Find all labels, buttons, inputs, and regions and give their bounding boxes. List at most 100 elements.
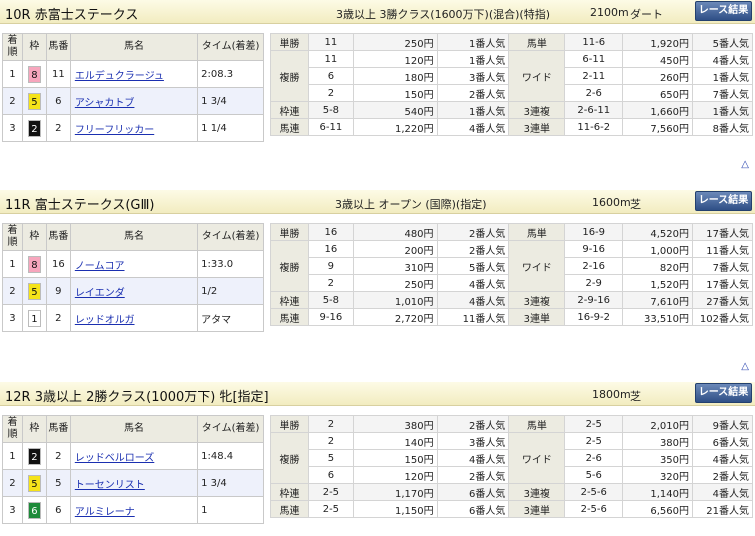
horse-name-link[interactable]: フリーフリッカー bbox=[75, 125, 154, 136]
label-sanrenpuku: 3連複 bbox=[508, 483, 566, 501]
race-result-button[interactable]: レース結果 bbox=[695, 383, 752, 403]
waku-badge: 5 bbox=[27, 474, 41, 492]
header-number: 馬番 bbox=[45, 223, 71, 251]
fukusho-pop: 2番人気 bbox=[436, 84, 510, 102]
sanrenpuku-yen: 7,610円 bbox=[622, 291, 693, 309]
race-distance: 1800m bbox=[592, 388, 631, 401]
table-row: 2 5 9 レイエンダ 1/2 bbox=[2, 277, 264, 305]
race-result-button[interactable]: レース結果 bbox=[695, 191, 752, 211]
payout-row: 馬連 9-16 2,720円 11番人気 3連単 16-9-2 33,510円 … bbox=[270, 308, 754, 326]
wide-combo: 6-11 bbox=[564, 50, 624, 68]
payout-row: 単勝 16 480円 2番人気 馬単 16-9 4,520円 17番人気 bbox=[270, 223, 754, 241]
umaren-combo: 6-11 bbox=[307, 118, 354, 136]
waku-badge: 8 bbox=[27, 65, 41, 83]
wide-yen: 350円 bbox=[622, 449, 694, 467]
sanrentan-yen: 7,560円 bbox=[622, 118, 694, 136]
horse-number: 6 bbox=[45, 496, 71, 524]
horse-name-cell: レッドオルガ bbox=[69, 304, 199, 332]
finish-position: 2 bbox=[2, 277, 23, 305]
header-horse: 馬名 bbox=[69, 223, 199, 251]
umatan-yen: 2,010円 bbox=[622, 415, 694, 433]
sanrenpuku-combo: 2-9-16 bbox=[564, 291, 624, 309]
wide-combo: 2-16 bbox=[564, 257, 624, 275]
fukusho-yen: 150円 bbox=[352, 84, 438, 102]
tansho-combo: 16 bbox=[307, 223, 354, 241]
wakuren-combo: 2-5 bbox=[307, 483, 354, 501]
table-row: 1 2 2 レッドベルローズ 1:48.4 bbox=[2, 442, 264, 470]
umatan-yen: 1,920円 bbox=[622, 33, 694, 51]
waku-cell: 6 bbox=[21, 496, 47, 524]
race-result-button[interactable]: レース結果 bbox=[695, 1, 752, 21]
waku-badge: 8 bbox=[27, 255, 41, 273]
wakuren-pop: 6番人気 bbox=[436, 483, 510, 501]
waku-badge: 2 bbox=[27, 119, 41, 137]
horse-name-link[interactable]: レッドベルローズ bbox=[75, 453, 155, 464]
fukusho-yen: 120円 bbox=[352, 50, 438, 68]
umaren-pop: 11番人気 bbox=[436, 308, 510, 326]
finish-time: 1 3/4 bbox=[197, 469, 264, 497]
horse-name-cell: フリーフリッカー bbox=[69, 114, 199, 142]
finish-time: 2:08.3 bbox=[197, 60, 264, 88]
wide-pop: 7番人気 bbox=[692, 84, 753, 102]
race-class: 3歳以上 3勝クラス(1600万下)(混合)(特指) bbox=[336, 8, 551, 21]
umaren-pop: 6番人気 bbox=[436, 500, 510, 518]
label-wide: ワイド bbox=[508, 432, 566, 484]
umaren-pop: 4番人気 bbox=[436, 118, 510, 136]
wakuren-yen: 1,010円 bbox=[352, 291, 438, 309]
results-table: 着順 枠 馬番 馬名 タイム(着差) 1 8 11 エルデュクラージュ 2:08… bbox=[2, 33, 264, 142]
payout-table: 単勝 2 380円 2番人気 馬単 2-5 2,010円 9番人気 複勝 2 14… bbox=[270, 415, 753, 518]
wide-yen: 1,520円 bbox=[622, 274, 693, 292]
label-umatan: 馬単 bbox=[508, 33, 566, 51]
payout-row: 複勝 11 120円 1番人気 ワイド 6-11 450円 4番人気 bbox=[270, 50, 753, 102]
wide-combo: 2-6 bbox=[564, 449, 624, 467]
finish-position: 3 bbox=[2, 496, 23, 524]
waku-cell: 1 bbox=[21, 304, 47, 332]
payout-row: 単勝 11 250円 1番人気 馬単 11-6 1,920円 5番人気 bbox=[270, 33, 753, 51]
fukusho-yen: 310円 bbox=[352, 257, 438, 275]
fukusho-combo: 11 bbox=[307, 50, 354, 68]
horse-name-link[interactable]: アシャカトブ bbox=[75, 98, 135, 109]
table-row: 3 2 2 フリーフリッカー 1 1/4 bbox=[2, 114, 264, 142]
fukusho-yen: 180円 bbox=[352, 67, 438, 85]
header-time: タイム(着差) bbox=[197, 33, 264, 61]
header-number: 馬番 bbox=[45, 33, 71, 61]
wakuren-pop: 1番人気 bbox=[436, 101, 510, 119]
tansho-yen: 250円 bbox=[352, 33, 438, 51]
umaren-yen: 1,150円 bbox=[352, 500, 438, 518]
label-sanrenpuku: 3連複 bbox=[508, 291, 566, 309]
sanrentan-combo: 16-9-2 bbox=[564, 308, 624, 326]
horse-name-link[interactable]: レッドオルガ bbox=[75, 315, 135, 326]
wide-combo: 5-6 bbox=[564, 466, 624, 484]
umatan-yen: 4,520円 bbox=[622, 223, 693, 241]
horse-name-link[interactable]: トーセンリスト bbox=[75, 480, 145, 491]
horse-name-link[interactable]: ノームコア bbox=[75, 261, 125, 272]
horse-number: 6 bbox=[45, 87, 71, 115]
payout-table: 単勝 11 250円 1番人気 馬単 11-6 1,920円 5番人気 複勝 11… bbox=[270, 33, 753, 136]
fukusho-combo: 9 bbox=[307, 257, 354, 275]
waku-cell: 5 bbox=[21, 87, 47, 115]
back-to-top-icon[interactable]: △ bbox=[741, 159, 749, 170]
sanrentan-pop: 102番人気 bbox=[691, 308, 754, 326]
horse-name-link[interactable]: レイエンダ bbox=[75, 288, 125, 299]
horse-name-link[interactable]: エルデュクラージュ bbox=[75, 71, 164, 82]
payout-row: 単勝 2 380円 2番人気 馬単 2-5 2,010円 9番人気 bbox=[270, 415, 753, 433]
umatan-pop: 9番人気 bbox=[692, 415, 753, 433]
horse-number: 5 bbox=[45, 469, 71, 497]
label-umatan: 馬単 bbox=[508, 223, 566, 241]
fukusho-pop: 3番人気 bbox=[436, 432, 510, 450]
umatan-combo: 2-5 bbox=[564, 415, 624, 433]
horse-name-cell: アシャカトブ bbox=[69, 87, 199, 115]
horse-name-link[interactable]: アルミレーナ bbox=[75, 507, 135, 518]
wakuren-yen: 1,170円 bbox=[352, 483, 438, 501]
wakuren-pop: 4番人気 bbox=[436, 291, 510, 309]
sanrenpuku-pop: 1番人気 bbox=[692, 101, 753, 119]
payout-row: 枠連 5-8 1,010円 4番人気 3連複 2-9-16 7,610円 27番… bbox=[270, 291, 754, 309]
tansho-pop: 2番人気 bbox=[436, 223, 510, 241]
back-to-top-icon[interactable]: △ bbox=[741, 361, 749, 372]
finish-position: 3 bbox=[2, 304, 23, 332]
race-title: 10R 赤富士ステークス bbox=[5, 8, 139, 23]
header-horse: 馬名 bbox=[69, 415, 199, 443]
tansho-pop: 1番人気 bbox=[436, 33, 510, 51]
race-header: 11R 富士ステークス(GⅢ) 3歳以上 オープン (国際)(指定) 1600m… bbox=[0, 190, 755, 214]
table-row: 3 1 2 レッドオルガ アタマ bbox=[2, 304, 264, 332]
